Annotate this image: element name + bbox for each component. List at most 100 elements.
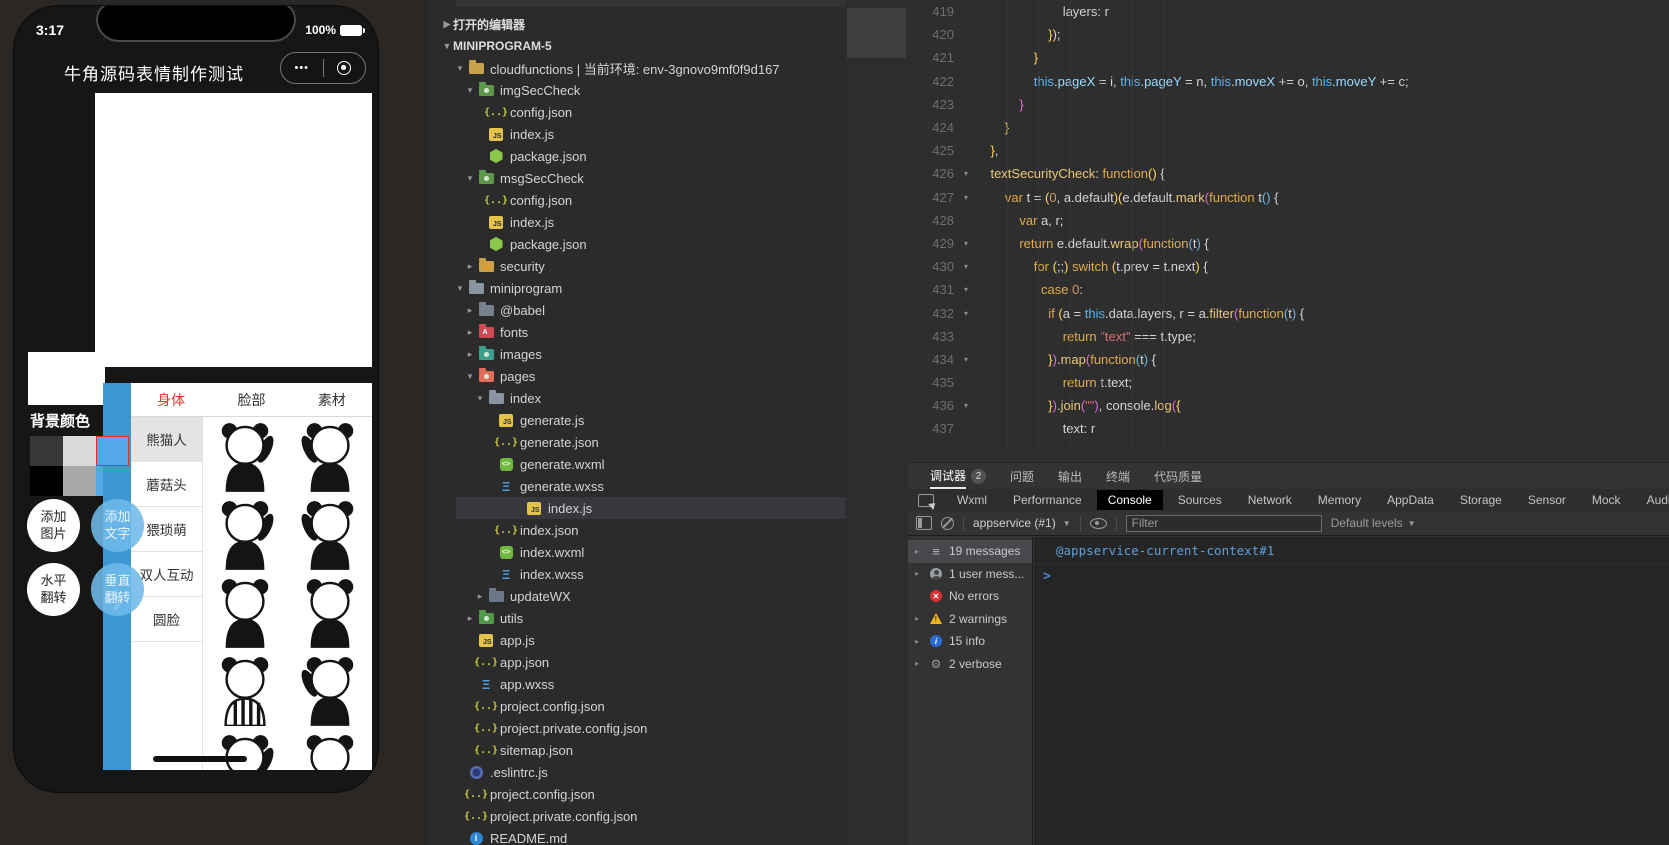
explorer-section-2[interactable]: ▼ MINIPROGRAM-5 bbox=[428, 35, 845, 57]
sticker-panda-cheer-2[interactable] bbox=[288, 573, 372, 651]
tree-item-index.wxml[interactable]: <> index.wxml bbox=[428, 541, 845, 563]
capsule-close-icon[interactable] bbox=[324, 61, 366, 75]
chevron-down-icon[interactable]: ▾ bbox=[454, 63, 466, 74]
tree-item-index.json[interactable]: {..} index.json bbox=[428, 519, 845, 541]
color-swatch[interactable] bbox=[96, 436, 129, 466]
chevron-right-icon[interactable]: ▸ bbox=[464, 261, 476, 272]
devtools-tab-Storage[interactable]: Storage bbox=[1449, 490, 1513, 510]
tree-item-@babel[interactable]: ▸ @babel bbox=[428, 299, 845, 321]
scrollbar-thumb[interactable] bbox=[847, 8, 906, 58]
fold-icon[interactable]: ▾ bbox=[956, 169, 976, 178]
tree-item-imgSecCheck[interactable]: ▾ imgSecCheck bbox=[428, 79, 845, 101]
tree-item-index.wxss[interactable]: Ξindex.wxss bbox=[428, 563, 845, 585]
tree-item-sitemap.json[interactable]: {..} sitemap.json bbox=[428, 739, 845, 761]
tree-item-package.json[interactable]: package.json bbox=[428, 233, 845, 255]
sticker-panda-peek[interactable] bbox=[288, 729, 372, 770]
sticker-panda-pat[interactable] bbox=[203, 417, 287, 495]
sticker-panda-stretch[interactable] bbox=[288, 417, 372, 495]
fold-icon[interactable]: ▾ bbox=[956, 239, 976, 248]
tree-item-utils[interactable]: ▸ utils bbox=[428, 607, 845, 629]
sticker-panda-pajama[interactable] bbox=[203, 651, 287, 729]
tree-item-project.config.json[interactable]: {..} project.config.json bbox=[428, 783, 845, 805]
tree-item-project.private.config.json[interactable]: {..} project.private.config.json bbox=[428, 805, 845, 827]
tree-item-generate.json[interactable]: {..} generate.json bbox=[428, 431, 845, 453]
chevron-down-icon[interactable]: ▾ bbox=[464, 85, 476, 96]
tree-item-generate.wxml[interactable]: <> generate.wxml bbox=[428, 453, 845, 475]
filter-input[interactable] bbox=[1125, 514, 1322, 532]
devtools-tab-Audits[interactable]: Audits bbox=[1636, 490, 1669, 510]
fold-icon[interactable]: ▾ bbox=[956, 401, 976, 410]
action-button-1[interactable]: 添加 图片 bbox=[27, 499, 80, 552]
chevron-right-icon[interactable]: ▸ bbox=[915, 659, 923, 668]
tree-item-updateWX[interactable]: ▸ updateWX bbox=[428, 585, 845, 607]
code-line[interactable]: 427 ▾ var t = (0, a.default)(e.default.ma… bbox=[908, 186, 1669, 209]
sticker-panda-crouch[interactable] bbox=[288, 651, 372, 729]
panel-tab-终端[interactable]: 终端 bbox=[1106, 463, 1130, 489]
code-line[interactable]: 422 this.pageX = i, this.pageY = n, this… bbox=[908, 70, 1669, 93]
code-line[interactable]: 437 text: r bbox=[908, 417, 1669, 440]
tree-item-index[interactable]: ▾ index bbox=[428, 387, 845, 409]
panel-splitter[interactable] bbox=[845, 0, 908, 845]
code-line[interactable]: 423 } bbox=[908, 93, 1669, 116]
chevron-right-icon[interactable]: ▸ bbox=[464, 327, 476, 338]
tree-item-app.json[interactable]: {..} app.json bbox=[428, 651, 845, 673]
tree-item-fonts[interactable]: ▸ Afonts bbox=[428, 321, 845, 343]
action-button-4[interactable]: 垂直 翻转 bbox=[91, 563, 144, 616]
chevron-right-icon[interactable]: ▸ bbox=[915, 637, 923, 646]
console-filter-info[interactable]: ▸ i 15 info bbox=[908, 630, 1032, 653]
console-filter-warning[interactable]: ▸ 2 warnings bbox=[908, 608, 1032, 631]
action-button-3[interactable]: 水平 翻转 bbox=[27, 563, 80, 616]
console-filter-error[interactable]: ✕ No errors bbox=[908, 585, 1032, 608]
code-line[interactable]: 419 layers: r bbox=[908, 0, 1669, 23]
tree-item-app.js[interactable]: JS app.js bbox=[428, 629, 845, 651]
more-icon[interactable]: ••• bbox=[281, 62, 323, 74]
tree-item-images[interactable]: ▸ images bbox=[428, 343, 845, 365]
code-line[interactable]: 436▾ }).join(""), console.log({ bbox=[908, 394, 1669, 417]
console-prompt[interactable]: > bbox=[1034, 565, 1669, 584]
devtools-tab-AppData[interactable]: AppData bbox=[1376, 490, 1445, 510]
code-line[interactable]: 433 return "text" === t.type; bbox=[908, 325, 1669, 348]
tree-item-security[interactable]: ▸ security bbox=[428, 255, 845, 277]
eye-icon[interactable] bbox=[1089, 517, 1107, 529]
panel-tab-调试器[interactable]: 调试器 2 bbox=[930, 463, 987, 489]
chevron-down-icon[interactable]: ▾ bbox=[464, 371, 476, 382]
tab-素材[interactable]: 素材 bbox=[292, 383, 372, 416]
code-line[interactable]: 429 ▾ return e.default.wrap(function(t) { bbox=[908, 232, 1669, 255]
console-filter-user[interactable]: ▸ 1 user mess... bbox=[908, 563, 1032, 586]
tree-item-cloudfunctions[interactable]: ▾ cloudfunctions | 当前环境: env-3gnovo9mf0f9… bbox=[428, 57, 845, 79]
chevron-right-icon[interactable]: ▸ bbox=[915, 547, 923, 556]
action-button-2[interactable]: 添加 文字 bbox=[91, 499, 144, 552]
chevron-right-icon[interactable]: ▶ bbox=[441, 19, 453, 30]
context-dropdown[interactable]: appservice (#1) ▼ bbox=[973, 516, 1071, 530]
devtools-tab-Console[interactable]: Console bbox=[1096, 490, 1163, 510]
tree-item-index.js[interactable]: JS index.js bbox=[428, 211, 845, 233]
editor-canvas[interactable] bbox=[95, 93, 372, 367]
devtools-tab-Sensor[interactable]: Sensor bbox=[1517, 490, 1577, 510]
tree-item-config.json[interactable]: {..} config.json bbox=[428, 189, 845, 211]
fold-icon[interactable]: ▾ bbox=[956, 309, 976, 318]
tab-脸部[interactable]: 脸部 bbox=[211, 383, 291, 416]
panel-tab-问题[interactable]: 问题 bbox=[1010, 463, 1034, 489]
tree-item-msgSecCheck[interactable]: ▾ msgSecCheck bbox=[428, 167, 845, 189]
console-filter-list[interactable]: ▸ ≡ 19 messages bbox=[908, 540, 1032, 563]
fold-icon[interactable]: ▾ bbox=[956, 285, 976, 294]
tree-item-config.json[interactable]: {..} config.json bbox=[428, 101, 845, 123]
code-line[interactable]: 421 } bbox=[908, 46, 1669, 69]
code-line[interactable]: 420 }); bbox=[908, 23, 1669, 46]
chevron-right-icon[interactable]: ▸ bbox=[915, 614, 923, 623]
log-levels-dropdown[interactable]: Default levels ▼ bbox=[1331, 516, 1416, 530]
sticker-panda-flex[interactable] bbox=[288, 495, 372, 573]
chevron-right-icon[interactable]: ▸ bbox=[474, 591, 486, 602]
color-swatch[interactable] bbox=[63, 436, 96, 466]
console-output[interactable]: @appservice-current-context#1 > bbox=[1034, 537, 1669, 845]
chevron-down-icon[interactable]: ▾ bbox=[464, 173, 476, 184]
tree-item-index.js[interactable]: JS index.js bbox=[428, 123, 845, 145]
chevron-down-icon[interactable]: ▼ bbox=[441, 41, 453, 51]
code-line[interactable]: 428 var a, r; bbox=[908, 209, 1669, 232]
chevron-right-icon[interactable]: ▸ bbox=[464, 349, 476, 360]
tree-item-.eslintrc.js[interactable]: .eslintrc.js bbox=[428, 761, 845, 783]
sidebar-toggle-icon[interactable] bbox=[916, 516, 932, 530]
category-熊猫人[interactable]: 熊猫人 bbox=[131, 417, 202, 462]
color-swatch[interactable] bbox=[30, 436, 63, 466]
panel-tab-输出[interactable]: 输出 bbox=[1058, 463, 1082, 489]
